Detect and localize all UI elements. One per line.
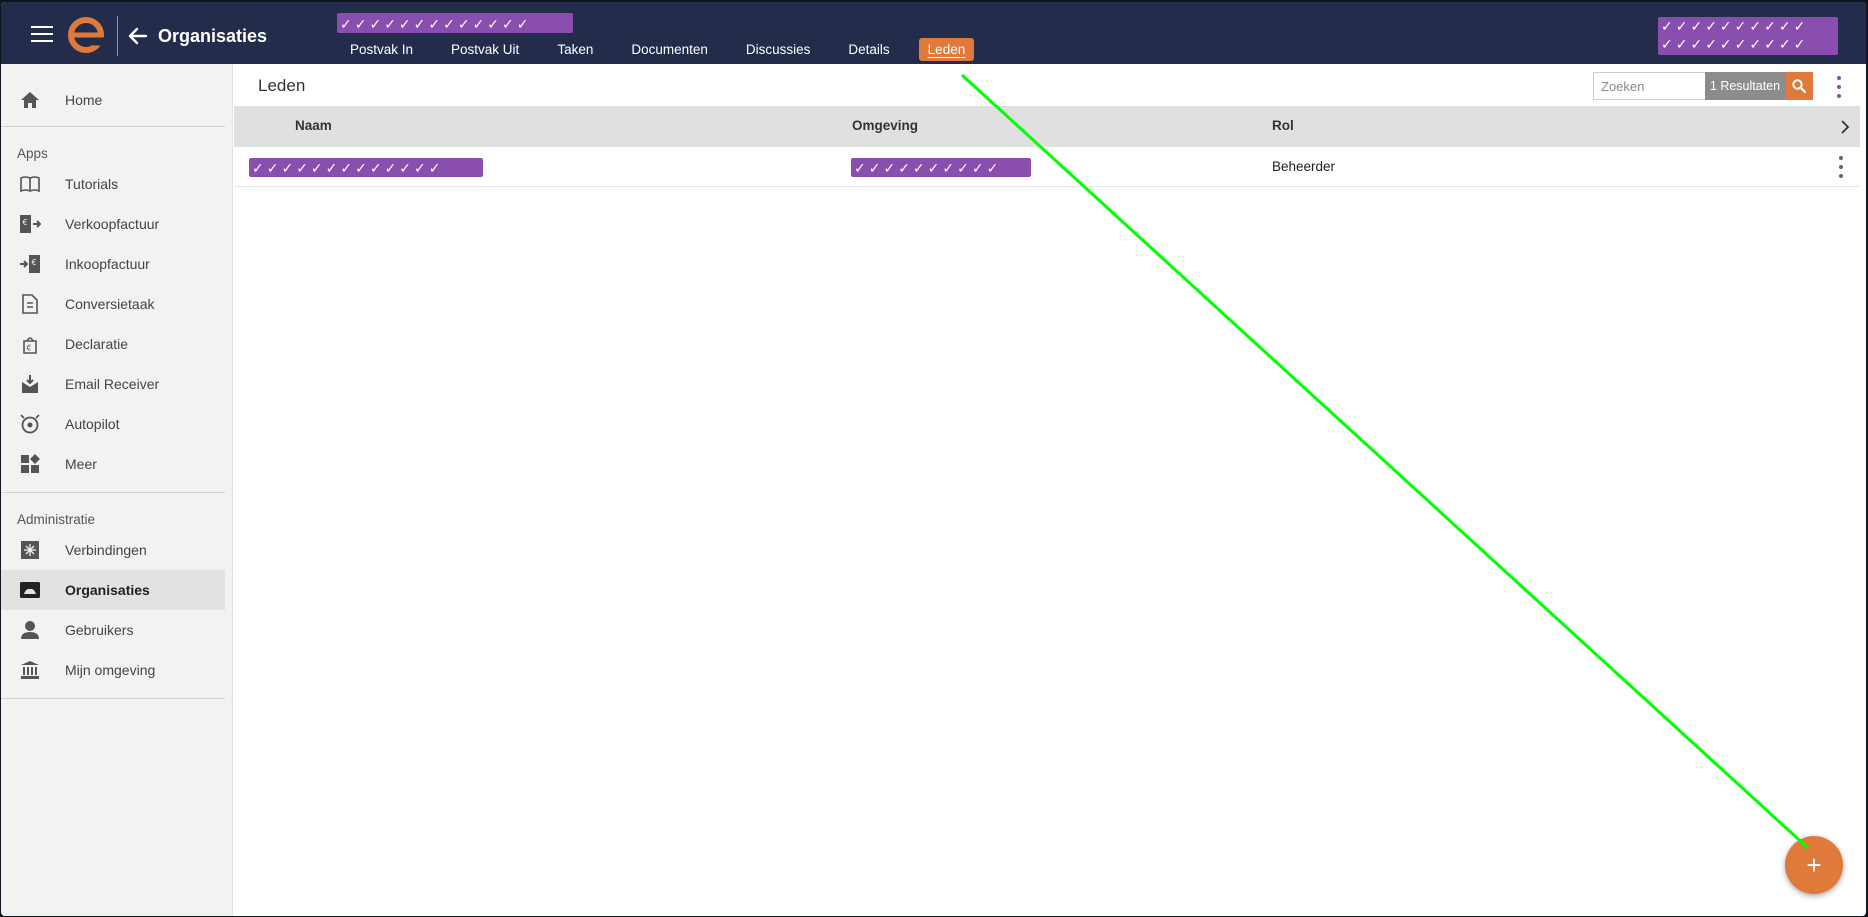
tab-leden[interactable]: Leden (918, 37, 975, 61)
search-icon (1792, 79, 1806, 93)
tab-postvak-uit[interactable]: Postvak Uit (442, 38, 528, 61)
member-role: Beheerder (1272, 159, 1336, 174)
page-title: Organisaties (158, 26, 268, 46)
sidebar-item-label: Mijn omgeving (65, 662, 156, 678)
hamburger-menu-icon[interactable] (31, 26, 53, 42)
main-content: Leden 1 Resultaten Naam Omgeving Rol ✓✓✓… (234, 64, 1866, 916)
add-member-button[interactable]: + (1785, 836, 1843, 894)
tab-postvak-in[interactable]: Postvak In (341, 38, 422, 61)
header-divider (117, 16, 118, 56)
connections-icon (19, 539, 41, 561)
tab-documenten[interactable]: Documenten (622, 38, 717, 61)
column-header-naam[interactable]: Naam (295, 118, 332, 133)
tab-discussies[interactable]: Discussies (737, 38, 820, 61)
invoice-out-icon: € (19, 213, 41, 235)
top-bar: Organisaties ✓✓✓✓✓✓✓✓✓✓✓✓✓ Postvak In Po… (1, 2, 1866, 64)
tab-taken[interactable]: Taken (548, 38, 602, 61)
book-icon (19, 173, 41, 195)
sidebar-item-verbindingen[interactable]: Verbindingen (1, 530, 225, 570)
sidebar-item-label: Inkoopfactuur (65, 256, 150, 272)
sidebar-divider (1, 698, 225, 699)
sidebar-item-gebruikers[interactable]: Gebruikers (1, 610, 225, 650)
redacted-organisation-name: ✓✓✓✓✓✓✓✓✓✓✓✓✓ (337, 13, 573, 33)
app-window: Organisaties ✓✓✓✓✓✓✓✓✓✓✓✓✓ Postvak In Po… (1, 2, 1866, 916)
sidebar: Home Apps Tutorials € Verkoopfactuur € I… (1, 64, 233, 916)
chevron-right-icon[interactable] (1840, 120, 1850, 134)
sidebar-divider (1, 492, 225, 493)
search-input[interactable] (1593, 72, 1705, 100)
redacted-member-name: ✓✓✓✓✓✓✓✓✓✓✓✓✓ (249, 158, 483, 177)
autopilot-icon (19, 413, 41, 435)
apps-grid-icon (19, 453, 41, 475)
sidebar-item-label: Verbindingen (65, 542, 147, 558)
section-title: Leden (258, 76, 306, 95)
redacted-user-profile[interactable]: ✓✓✓✓✓✓✓✓✓✓ ✓✓✓✓✓✓✓✓✓✓ (1658, 17, 1838, 55)
sidebar-item-meer[interactable]: Meer (1, 444, 225, 484)
sidebar-item-label: Organisaties (65, 582, 150, 598)
toolbar-more-options-icon[interactable] (1832, 76, 1846, 98)
sidebar-item-label: Autopilot (65, 416, 120, 432)
svg-text:€: € (32, 258, 37, 267)
table-row[interactable]: ✓✓✓✓✓✓✓✓✓✓✓✓✓ ✓✓✓✓✓✓✓✓✓✓ Beheerder (234, 147, 1860, 187)
column-header-rol[interactable]: Rol (1272, 118, 1294, 133)
tab-bar: Postvak In Postvak Uit Taken Documenten … (341, 36, 994, 62)
sidebar-item-label: Meer (65, 456, 97, 472)
sidebar-item-home[interactable]: Home (1, 80, 225, 120)
sidebar-item-autopilot[interactable]: Autopilot (1, 404, 225, 444)
sidebar-item-email-receiver[interactable]: Email Receiver (1, 364, 225, 404)
app-logo[interactable] (67, 16, 105, 54)
sidebar-item-tutorials[interactable]: Tutorials (1, 164, 225, 204)
sidebar-item-label: Gebruikers (65, 622, 134, 638)
sidebar-item-label: Verkoopfactuur (65, 216, 160, 232)
home-icon (19, 89, 41, 111)
expense-icon: € (19, 333, 41, 355)
email-receiver-icon (19, 373, 41, 395)
sidebar-divider (1, 126, 225, 127)
institution-icon (19, 659, 41, 681)
organisations-icon (19, 579, 41, 601)
sidebar-item-label: Tutorials (65, 176, 119, 192)
invoice-in-icon: € (19, 253, 41, 275)
redacted-member-environment: ✓✓✓✓✓✓✓✓✓✓ (851, 158, 1031, 177)
table-header: Naam Omgeving Rol (234, 106, 1860, 147)
sidebar-item-label: Declaratie (65, 336, 129, 352)
column-header-omgeving[interactable]: Omgeving (852, 118, 918, 133)
sidebar-item-label: Email Receiver (65, 376, 160, 392)
row-more-options-icon[interactable] (1834, 156, 1848, 178)
result-count-badge: 1 Resultaten (1705, 72, 1785, 100)
sidebar-item-inkoopfactuur[interactable]: € Inkoopfactuur (1, 244, 225, 284)
user-icon (19, 619, 41, 641)
back-arrow-icon[interactable] (127, 25, 149, 47)
conversion-icon (19, 293, 41, 315)
tab-details[interactable]: Details (839, 38, 898, 61)
search-button[interactable] (1785, 72, 1813, 100)
svg-text:€: € (27, 344, 32, 353)
sidebar-item-mijn-omgeving[interactable]: Mijn omgeving (1, 650, 225, 690)
svg-text:€: € (23, 218, 28, 227)
sidebar-item-organisaties[interactable]: Organisaties (1, 570, 225, 610)
section-label-apps: Apps (17, 146, 48, 161)
sidebar-item-declaratie[interactable]: € Declaratie (1, 324, 225, 364)
sidebar-item-conversietaak[interactable]: Conversietaak (1, 284, 225, 324)
sidebar-item-label: Home (65, 92, 103, 108)
section-label-administratie: Administratie (17, 512, 96, 527)
sidebar-item-label: Conversietaak (65, 296, 155, 312)
sidebar-item-verkoopfactuur[interactable]: € Verkoopfactuur (1, 204, 225, 244)
